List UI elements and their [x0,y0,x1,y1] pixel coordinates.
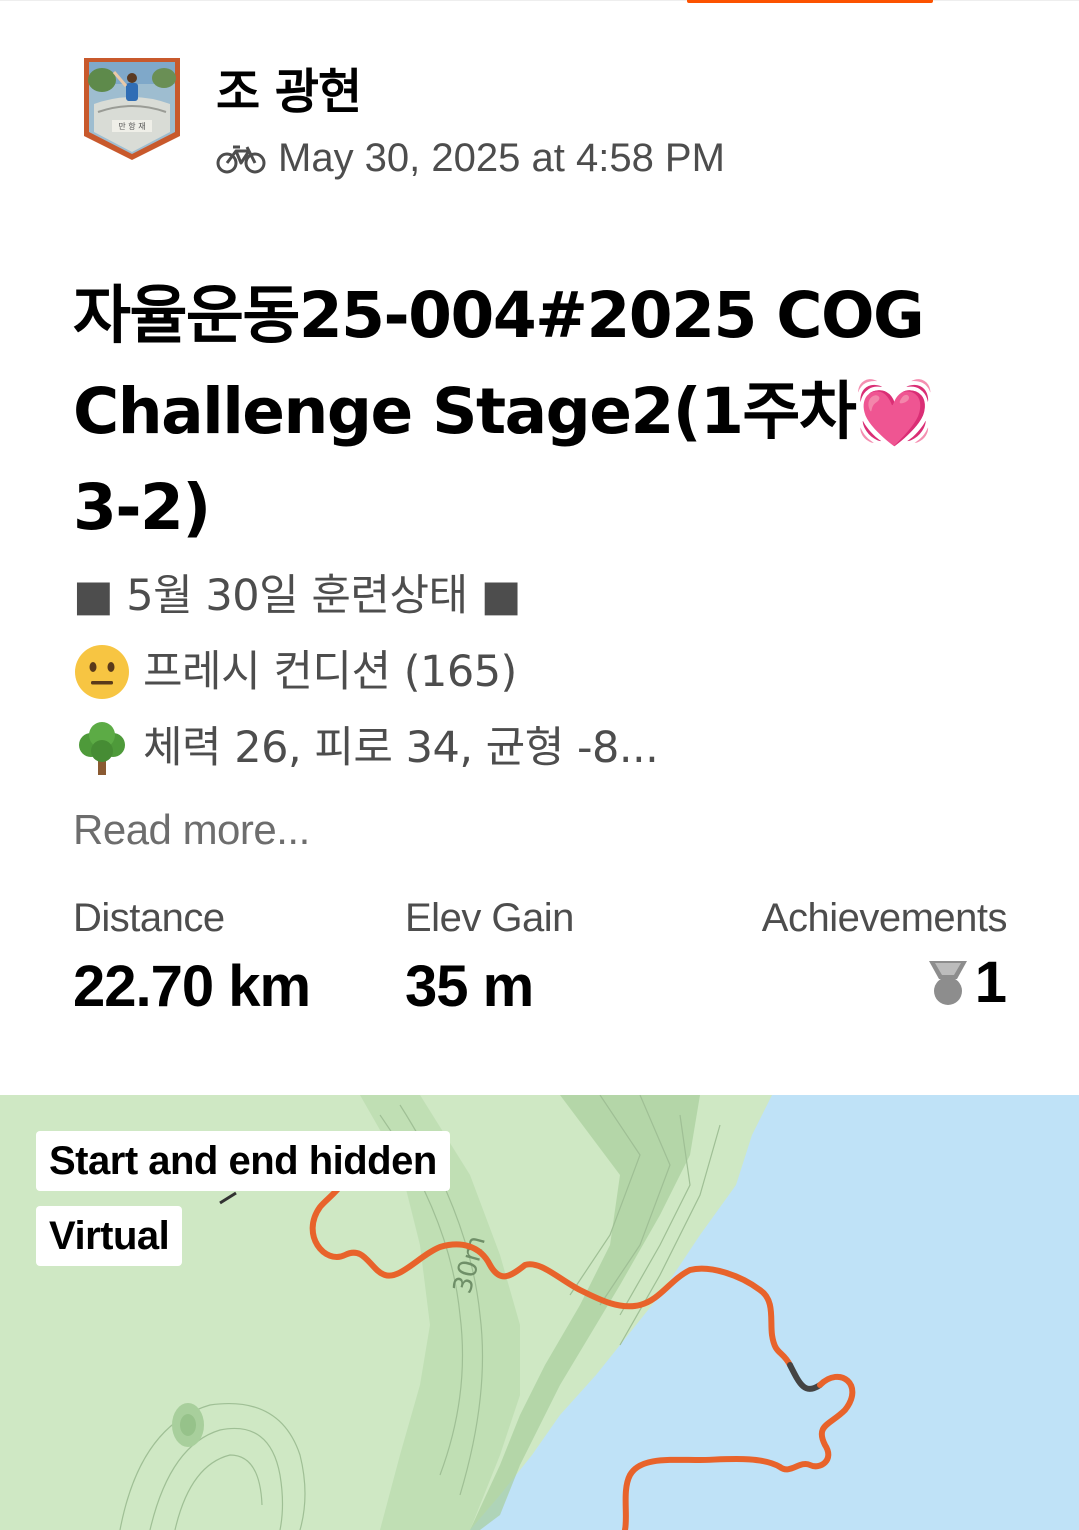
neutral-face-icon [75,645,129,699]
activity-title-text[interactable]: 자율운동25-004#2025 COG Challenge Stage2(1주차… [73,279,934,544]
description-line: 체력 26, 피로 34, 균형 -8... [73,710,659,786]
activity-description: ■ 5월 30일 훈련상태 ■ 프레시 컨디션 (165) 체력 26, 피로 … [73,558,659,786]
description-line: 프레시 컨디션 (165) [73,634,658,710]
description-text: 프레시 컨디션 (165) [143,647,517,697]
read-more-link[interactable]: Read more... [73,806,310,854]
activity-card[interactable]: 만 항 재 조 광현 May 30, 2025 at 4:58 PM 자율운동2… [0,0,1079,1530]
description-text: 체력 26, 피로 34, 균형 -8... [143,723,659,773]
activity-title[interactable]: 자율운동25-004#2025 COG Challenge Stage2(1주차… [73,268,993,556]
svg-text:만 항 재: 만 항 재 [118,122,145,131]
achievements-value: 1 [974,950,1007,1015]
avatar-photo-icon[interactable]: 만 항 재 [82,54,182,164]
map-tag-start-end-hidden: Start and end hidden [36,1131,450,1191]
map-tag-virtual: Virtual [36,1206,183,1266]
activity-datetime: May 30, 2025 at 4:58 PM [278,136,725,180]
description-line: ■ 5월 30일 훈련상태 ■ [73,571,521,621]
bike-icon [216,145,266,173]
stat-elev-gain: Elev Gain 35 m [405,896,574,1020]
stat-achievements[interactable]: Achievements 1 [761,896,1008,1016]
activity-meta: May 30, 2025 at 4:58 PM [216,136,725,181]
stat-label: Achievements [761,896,1008,940]
stat-value: 35 m [405,954,534,1019]
tab-indicator [687,0,933,3]
stat-distance: Distance 22.70 km [73,896,311,1020]
achievements-count: 1 [762,949,1007,1016]
medal-icon [928,960,967,1005]
stat-value: 22.70 km [73,954,311,1019]
tree-icon [79,722,125,775]
stat-label: Distance [73,896,225,940]
athlete-name[interactable]: 조 광현 [216,52,362,122]
stat-label: Elev Gain [405,896,574,940]
